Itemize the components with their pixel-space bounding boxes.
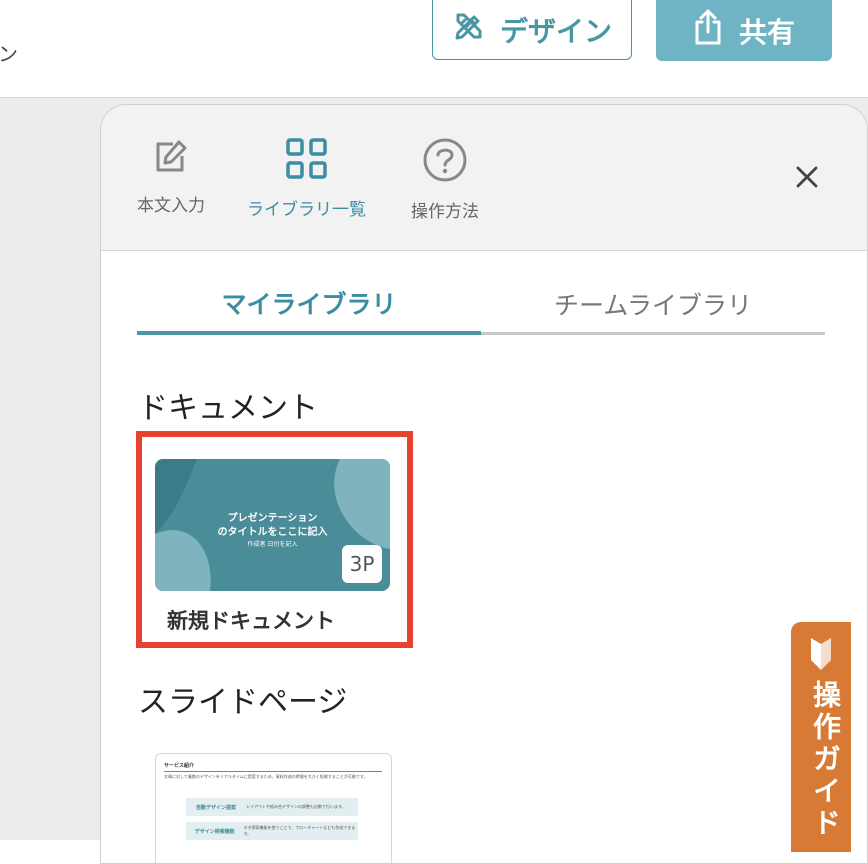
- document-name: 新規ドキュメント: [167, 609, 335, 633]
- share-icon: [693, 8, 723, 53]
- tab-my-library[interactable]: マイライブラリ: [137, 275, 481, 335]
- card-title-line1: プレゼンテーション: [227, 513, 318, 524]
- grid-icon: [285, 137, 329, 185]
- slide-row: 自動デザイン提案 レイアウトや組み合デザインの調整も自動で行います。: [186, 798, 358, 816]
- close-button[interactable]: [793, 163, 821, 191]
- tool-library-list[interactable]: ライブラリ一覧: [247, 137, 366, 220]
- tool-label: 本文入力: [137, 196, 205, 216]
- page-count-badge: 3P: [342, 545, 382, 583]
- guide-label: 操作ガイド: [809, 680, 842, 840]
- library-tabs: マイライブラリ チームライブラリ: [137, 275, 825, 335]
- beginner-mark-icon: [808, 638, 834, 674]
- slide-template-card[interactable]: サービス紹介 文章に対して複数のデザインをリアルタイムに提案するため、資料作成の…: [155, 753, 392, 863]
- pencil-ruler-icon: [452, 9, 486, 50]
- panel-toolbar: 本文入力 ライブラリ一覧 操作方法: [101, 105, 867, 251]
- documents-section-title: ドキュメント: [138, 391, 318, 426]
- slide-row-key: 自動デザイン提案: [195, 804, 236, 811]
- slide-divider: [164, 771, 382, 772]
- tool-how-to[interactable]: 操作方法: [411, 137, 479, 222]
- slide-description: 文章に対して複数のデザインをリアルタイムに提案するため、資料作成の時間を大きく短…: [164, 774, 368, 779]
- truncated-label: ン: [0, 42, 18, 66]
- slide-row: デザイン検索機能 ネタ探索機能を使うことで、フローチャートなども作成できます。: [186, 822, 358, 840]
- library-panel: 本文入力 ライブラリ一覧 操作方法 マイライブラリ チームライブラリ ドキュメン…: [100, 104, 868, 864]
- share-button[interactable]: 共有: [656, 0, 832, 61]
- slide-row-key: デザイン検索機能: [194, 828, 235, 835]
- slide-heading: サービス紹介: [164, 763, 195, 769]
- design-label: デザイン: [499, 14, 612, 48]
- slides-section-title: スライドページ: [138, 685, 348, 720]
- close-icon: [793, 166, 821, 195]
- slide-row-value: レイアウトや組み合デザインの調整も自動で行います。: [246, 804, 346, 809]
- tool-label: 操作方法: [411, 202, 479, 222]
- design-button[interactable]: デザイン: [432, 0, 632, 60]
- tool-label: ライブラリ一覧: [247, 200, 366, 220]
- top-bar: ン デザイン 共有: [0, 0, 868, 98]
- share-label: 共有: [738, 15, 795, 49]
- card-title-line2: のタイトルをここに記入: [217, 527, 328, 538]
- tab-team-library[interactable]: チームライブラリ: [481, 275, 825, 335]
- operation-guide-tab[interactable]: 操作ガイド: [791, 622, 851, 852]
- slide-row-value: ネタ探索機能を使うことで、フローチャートなども作成できます。: [243, 825, 356, 836]
- tool-text-input[interactable]: 本文入力: [137, 137, 205, 216]
- help-icon: [422, 137, 468, 187]
- new-document-card[interactable]: プレゼンテーション のタイトルをここに記入 作成者 日付を記入 3P: [155, 459, 390, 591]
- edit-icon: [151, 137, 191, 181]
